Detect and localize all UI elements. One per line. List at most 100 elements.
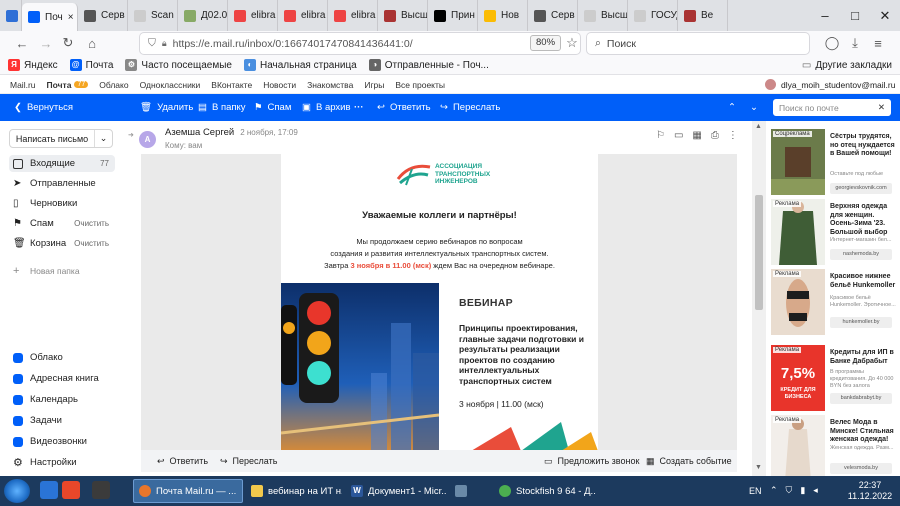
browser-tab[interactable]: Прин — [428, 0, 478, 31]
app-cloud[interactable]: Облако — [9, 349, 115, 366]
language-indicator[interactable]: EN — [749, 486, 762, 496]
calendar-icon[interactable]: ▦ — [692, 130, 701, 141]
app-video-calls[interactable]: Видеозвонки — [9, 433, 115, 450]
portal-link[interactable]: Одноклассники — [140, 80, 201, 90]
browser-tab[interactable]: Нов — [478, 0, 528, 31]
forward-icon[interactable]: → — [34, 32, 58, 54]
footer-forward-button[interactable]: ↪ Переслать — [220, 450, 277, 472]
sidebar-item-spam[interactable]: ⚑ Спам Очистить — [9, 215, 115, 232]
ad-item[interactable]: Реклама Верхняя одежда для женщин. Осень… — [771, 199, 895, 265]
close-window-button[interactable]: ✕ — [870, 0, 900, 31]
media-player-icon[interactable] — [62, 481, 80, 499]
page-scrollbar[interactable]: ▲ ▼ — [752, 121, 766, 476]
reload-icon[interactable]: ↻ — [56, 32, 80, 54]
app-contacts[interactable]: Адресная книга — [9, 370, 115, 387]
ad-item[interactable]: Реклама Велес Мода в Минске! Стильная же… — [771, 415, 895, 476]
browser-tab[interactable]: elibra — [328, 0, 378, 31]
browser-tab[interactable]: Ве — [678, 0, 728, 31]
chevron-down-icon[interactable]: ⌄ — [750, 94, 758, 121]
sender-name[interactable]: Аземша Сергей — [165, 127, 234, 138]
scroll-up-icon[interactable]: ▲ — [755, 123, 762, 130]
bookmark-star-icon[interactable]: ☆ — [560, 32, 584, 54]
browser-tab[interactable]: Scan о Д — [128, 0, 178, 31]
sidebar-item-sent[interactable]: ➤ Отправленные — [9, 175, 115, 192]
bookmark-yandex[interactable]: Я Яндекс — [8, 59, 58, 71]
bookmark-sent[interactable]: ◑ Отправленные - Поч... — [368, 59, 489, 71]
network-icon[interactable]: ▮ — [800, 485, 805, 496]
sidebar-item-drafts[interactable]: ▯ Черновики — [9, 195, 115, 212]
zoom-level[interactable]: 80% — [530, 35, 562, 51]
back-button[interactable]: ❮ Вернуться — [14, 94, 73, 121]
taskbar-item-folder[interactable]: вебинар на ИТ н... — [246, 479, 342, 503]
bookmark-icon[interactable]: ⚐ — [656, 130, 665, 141]
ad-item[interactable]: 7,5% КРЕДИТ ДЛЯ БИЗНЕСА Реклама Кредиты … — [771, 345, 895, 411]
clock[interactable]: 22:37 11.12.2022 — [845, 480, 895, 502]
ad-item[interactable]: Соцреклама Сёстры трудятся, но отец нужд… — [771, 129, 895, 195]
scrollbar-thumb[interactable] — [755, 195, 763, 310]
clear-trash-link[interactable]: Очистить — [74, 239, 115, 248]
browser-search-input[interactable]: ⌕ Поиск — [587, 33, 809, 54]
scroll-down-icon[interactable]: ▼ — [755, 464, 762, 471]
taskbar-item-app[interactable] — [450, 479, 490, 503]
more-icon[interactable]: ⋮ — [728, 130, 738, 141]
delete-button[interactable]: 🗑︎ Удалить — [140, 94, 193, 121]
menu-icon[interactable]: ≡ — [866, 32, 890, 54]
compose-dropdown-icon[interactable]: ⌄ — [94, 130, 112, 147]
print-icon[interactable]: ⎙ — [711, 130, 719, 141]
browser-tab[interactable]: Серв — [528, 0, 578, 31]
move-to-folder-button[interactable]: ▤ В папку — [198, 94, 246, 121]
portal-link[interactable]: Mail.ru — [10, 80, 36, 90]
back-icon[interactable]: ← — [10, 32, 34, 54]
portal-link[interactable]: Новости — [263, 80, 296, 90]
sidebar-item-trash[interactable]: 🗑︎ Корзина Очистить — [9, 235, 115, 252]
portal-link[interactable]: ВКонтакте — [211, 80, 252, 90]
close-tab-icon[interactable]: × — [68, 12, 74, 23]
start-button[interactable] — [4, 479, 30, 503]
bookmark-home[interactable]: ◐ Начальная страница — [243, 59, 357, 71]
sidebar-item-inbox[interactable]: Входящие 77 — [9, 155, 115, 172]
browser-tab[interactable]: ГОСУДАР — [628, 0, 678, 31]
propose-call-button[interactable]: ▭ Предложить звонок — [544, 450, 639, 472]
portal-link[interactable]: Облако — [99, 80, 128, 90]
video-call-icon[interactable]: ▭ — [674, 130, 683, 141]
taskbar-item-firefox[interactable]: Почта Mail.ru — ... — [133, 479, 243, 503]
download-icon[interactable]: ⤓ — [843, 32, 867, 54]
reply-button[interactable]: ↩ Ответить — [377, 94, 431, 121]
app-calendar[interactable]: Календарь — [9, 391, 115, 408]
forward-button[interactable]: ↪ Переслать — [440, 94, 500, 121]
clear-spam-link[interactable]: Очистить — [74, 219, 115, 228]
browser-tab[interactable]: elibra — [278, 0, 328, 31]
browser-tab[interactable]: Высш — [378, 0, 428, 31]
taskbar-item-word[interactable]: W Документ1 - Micr... — [346, 479, 446, 503]
new-folder-button[interactable]: + Новая папка — [9, 262, 115, 279]
portal-link[interactable]: Игры — [364, 80, 384, 90]
portal-link[interactable]: Все проекты — [395, 80, 445, 90]
maximize-button[interactable]: □ — [840, 0, 870, 31]
browser-tab[interactable]: Высшая — [578, 0, 628, 31]
mail-search-input[interactable]: Поиск по почте ✕ — [773, 99, 891, 116]
bookmark-mail[interactable]: @ Почта — [69, 59, 113, 71]
portal-link[interactable]: Знакомства — [307, 80, 353, 90]
browser-tab[interactable]: Поч × — [22, 3, 78, 31]
browser-tab[interactable]: Серв — [78, 0, 128, 31]
explorer-icon[interactable] — [40, 481, 58, 499]
browser-tab[interactable] — [0, 0, 22, 31]
close-icon[interactable]: ✕ — [878, 102, 885, 113]
compose-button[interactable]: Написать письмо ⌄ — [9, 129, 113, 148]
account-icon[interactable]: ◯ — [820, 32, 844, 54]
portal-link[interactable]: Почта — [47, 80, 72, 90]
chevron-up-icon[interactable]: ⌃ — [728, 94, 736, 121]
shield-icon[interactable]: ⛉ — [786, 485, 793, 496]
user-account[interactable]: dlya_moih_studentov@mail.ru ▾ — [765, 79, 900, 90]
volume-icon[interactable]: ◂ — [813, 485, 818, 496]
home-icon[interactable]: ⌂ — [80, 32, 104, 54]
app-settings[interactable]: ⚙ Настройки — [9, 454, 115, 471]
minimize-button[interactable]: – — [810, 0, 840, 31]
bookmark-other[interactable]: ▭ Другие закладки — [802, 60, 892, 71]
create-event-button[interactable]: ▦ Создать событие — [646, 450, 732, 472]
more-button[interactable]: ··· — [354, 94, 364, 121]
ad-item[interactable]: Реклама Красивое нижнее бельё Hunkemolle… — [771, 269, 896, 335]
browser-tab[interactable]: Д02.0 — [178, 0, 228, 31]
chevron-up-icon[interactable]: ⌃ — [770, 485, 778, 496]
url-bar[interactable]: ⛉ 🔒︎ https://e.mail.ru/inbox/0:166740174… — [140, 33, 580, 54]
